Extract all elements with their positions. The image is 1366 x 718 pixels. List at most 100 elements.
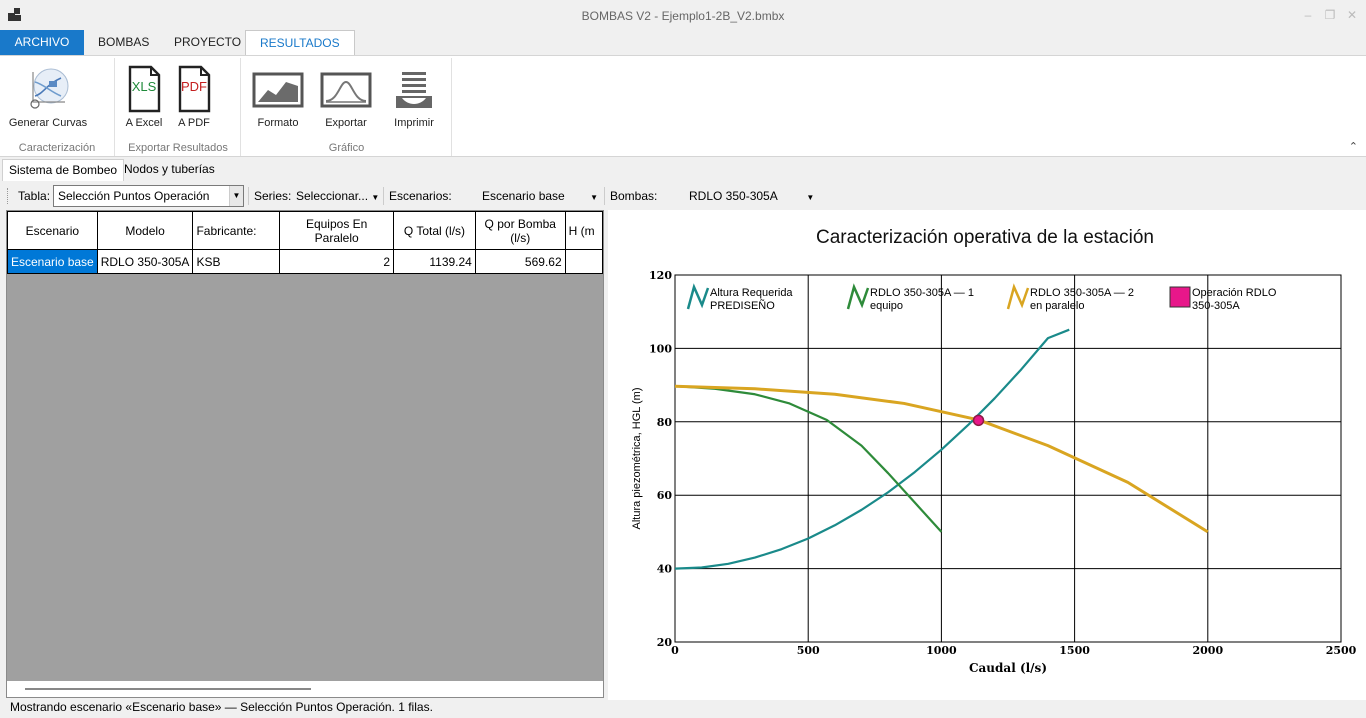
toolbar-grip[interactable] [7,188,9,204]
generar-curvas-label: Generar Curvas [8,117,88,129]
imprimir-button[interactable]: Imprimir [384,70,444,129]
series-line-1 [674,328,1070,570]
y-tick-label: 40 [657,563,673,576]
tab-proyecto[interactable]: PROYECTO [160,30,255,55]
column-header[interactable]: Fabricante: [192,211,281,250]
a-excel-label: A Excel [125,117,163,129]
chevron-down-icon: ▼ [590,193,598,202]
table-header-row: Escenario Modelo Fabricante: Equipos En … [7,211,603,250]
ribbon-group-grafico: Formato Exportar Imprimir Gráfico [242,58,452,156]
results-grid: Escenario Modelo Fabricante: Equipos En … [6,210,604,698]
table-row[interactable]: Escenario base RDLO 350-305A KSB 2 1139.… [7,249,603,274]
column-header[interactable]: Escenario [7,211,98,250]
export-chart-icon [320,72,372,108]
column-header[interactable]: Q por Bomba (l/s) [474,211,566,250]
legend-label: Operación RDLO 350-305A [1192,287,1277,312]
table-cell[interactable]: 2 [279,249,395,274]
a-pdf-label: A PDF [178,117,210,129]
tabla-label: Tabla: [18,189,51,203]
y-tick-label: 100 [649,342,672,355]
toolbar-separator [383,187,384,205]
excel-file-icon: XLS [128,65,161,113]
toolbar-separator [248,187,249,205]
exportar-label: Exportar [325,117,367,129]
x-tick-label: 1000 [926,644,957,657]
horizontal-scrollbar[interactable] [7,681,603,697]
tab-nodos-y-tuberias[interactable]: Nodos y tuberías [118,159,221,181]
column-header[interactable]: H (m [564,211,603,250]
column-header[interactable]: Equipos En Paralelo [279,211,395,250]
chevron-down-icon: ▼ [806,193,815,202]
tab-bombas[interactable]: BOMBAS [84,30,163,55]
bombas-value: RDLO 350-305A [689,189,778,203]
tab-resultados[interactable]: RESULTADOS [245,30,355,56]
a-excel-button[interactable]: XLS A Excel [122,64,166,129]
format-chart-icon [252,72,304,108]
a-pdf-button[interactable]: PDF A PDF [172,64,216,129]
escenarios-dropdown[interactable]: Escenario base ▼ [482,189,598,203]
legend-label: RDLO 350-305A — 2 en paralelo [1030,287,1134,312]
bombas-dropdown[interactable]: RDLO 350-305A ▼ [689,189,814,203]
formato-button[interactable]: Formato [248,70,308,129]
ribbon-group-caracterizacion: Generar Curvas Caracterización [0,58,115,156]
legend-label: RDLO 350-305A — 1 equipo [870,287,974,312]
chart-title: Caracterización operativa de la estación [816,227,1154,248]
tabla-combo[interactable]: Selección Puntos Operación ▼ [53,185,244,207]
collapse-ribbon-icon[interactable]: ⌃ [1349,140,1358,153]
x-tick-label: 1500 [1059,644,1090,657]
x-tick-label: 2000 [1192,644,1223,657]
minimize-icon[interactable]: – [1298,6,1318,24]
tabla-value: Selección Puntos Operación [58,189,210,203]
menu-tabs: ARCHIVO BOMBAS PROYECTO RESULTADOS [0,30,1366,56]
svg-text:PDF: PDF [181,79,207,94]
results-table: Escenario Modelo Fabricante: Equipos En … [7,211,603,274]
legend-swatch [846,283,870,310]
legend-swatch [1006,283,1030,310]
series-label: Series: [254,189,292,203]
y-tick-label: 60 [657,489,673,502]
legend-label: Altura Requerida PREDISEÑO [710,287,793,312]
table-cell[interactable]: RDLO 350-305A [96,249,194,274]
table-cell[interactable]: 569.62 [474,249,566,274]
table-cell[interactable]: Escenario base [7,249,98,274]
curve-generator-icon [30,68,69,109]
tab-sistema-de-bombeo[interactable]: Sistema de Bombeo [2,159,125,181]
legend-swatch [1169,286,1191,308]
chevron-down-icon[interactable]: ▼ [229,186,243,206]
y-tick-label: 120 [649,269,672,282]
x-axis-label: Caudal (l/s) [969,661,1047,675]
status-text: Mostrando escenario «Escenario base» — S… [10,700,433,714]
ribbon-group-exportar: XLS A Excel PDF A PDF Exportar Resultado… [116,58,241,156]
table-cell[interactable] [564,249,603,274]
column-header[interactable]: Q Total (l/s) [393,211,476,250]
svg-text:XLS: XLS [132,79,157,94]
y-tick-label: 20 [657,636,673,649]
scrollbar-thumb[interactable] [25,688,311,690]
group-label-caracterizacion: Caracterización [18,142,96,154]
section-tabs: Sistema de Bombeo Nodos y tuberías [0,157,1366,181]
formato-label: Formato [257,117,299,129]
table-cell[interactable]: 1139.24 [393,249,476,274]
x-tick-label: 0 [671,644,679,657]
toolbar-separator [604,187,605,205]
column-header[interactable]: Modelo [96,211,194,250]
legend-swatch [686,283,710,310]
table-cell[interactable]: KSB [192,249,281,274]
exportar-grafico-button[interactable]: Exportar [316,70,376,129]
series-dropdown[interactable]: Seleccionar... ▼ [296,189,379,203]
chart-panel: Caracterización operativa de la estación… [608,210,1366,700]
window-title: BOMBAS V2 - Ejemplo1-2B_V2.bmbx [581,9,785,23]
x-tick-label: 500 [797,644,820,657]
generar-curvas-button[interactable]: Generar Curvas [6,66,90,129]
tab-archivo[interactable]: ARCHIVO [0,30,84,55]
y-tick-label: 80 [657,416,673,429]
print-icon [396,72,432,108]
y-axis-label: Altura piezométrica, HGL (m) [631,387,643,529]
pdf-file-icon: PDF [178,65,211,113]
group-label-exportar: Exportar Resultados [128,142,228,154]
operating-point-marker [972,414,985,427]
bombas-label: Bombas: [610,189,658,203]
group-label-grafico: Gráfico [328,142,365,154]
close-icon[interactable]: ✕ [1342,6,1362,24]
restore-icon[interactable]: ❐ [1320,6,1340,24]
